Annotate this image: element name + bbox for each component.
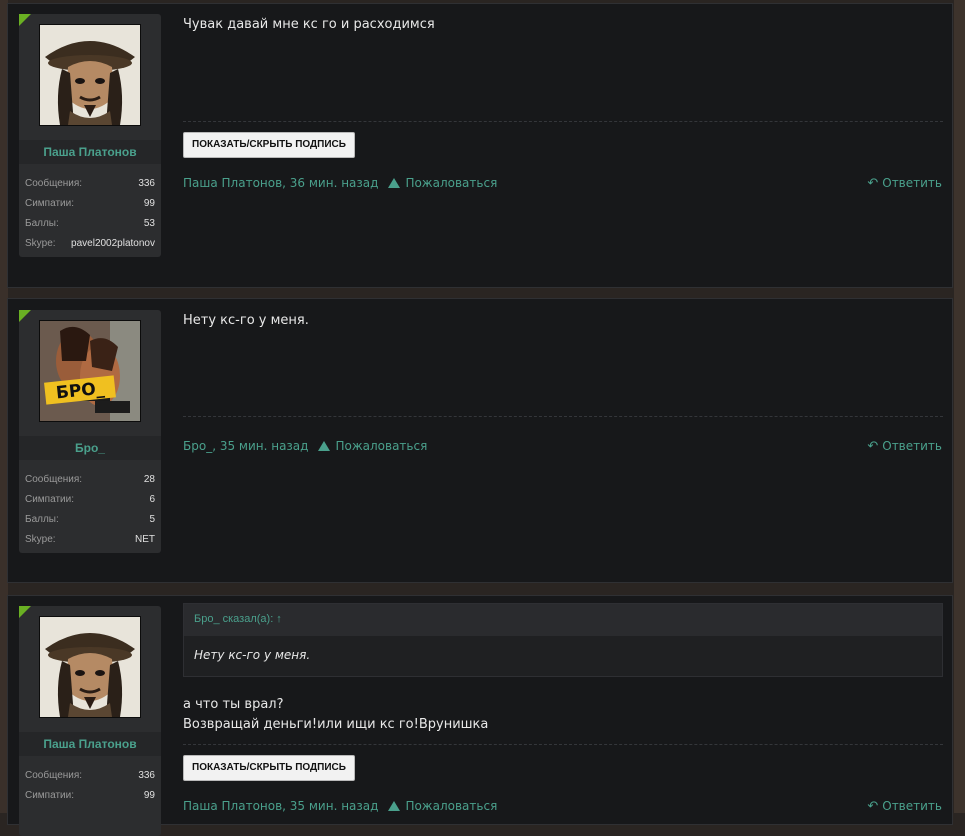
toggle-signature-button[interactable]: ПОКАЗАТЬ/СКРЫТЬ ПОДПИСЬ (183, 132, 355, 158)
reply-button[interactable]: ↶ Ответить (867, 439, 942, 454)
stat-row: Сообщения: 28 (25, 470, 155, 490)
divider (183, 121, 943, 122)
message-text: а что ты врал? Возвращай деньги!или ищи … (183, 695, 488, 735)
pirate-avatar-icon (40, 25, 140, 125)
stat-value: 5 (149, 514, 155, 525)
stat-value: 53 (143, 218, 155, 229)
stat-value: 6 (149, 494, 155, 505)
stat-label: Симпатии: (25, 198, 74, 209)
quote-text: Нету кс-го у меня. (194, 648, 311, 662)
user-stats: Сообщения: 28 Симпатии: 6 Баллы: 5 Skype: NE… (25, 470, 155, 550)
stat-label: Сообщения: (25, 770, 83, 781)
quote-header[interactable]: Бро_ сказал(а): ↑ (184, 604, 942, 636)
user-info: Паша Платонов Сообщения: 336 Симпатии: 99 … (19, 14, 161, 257)
stat-value: NET (135, 534, 155, 545)
stat-label: Симпатии: (25, 790, 74, 801)
report-link[interactable]: Пожаловаться (405, 176, 497, 190)
stat-row: Skype: pavel2002platonov (25, 234, 155, 254)
reply-arrow-icon: ↶ (867, 176, 879, 191)
warning-icon (388, 178, 401, 188)
reply-arrow-icon: ↶ (867, 439, 879, 454)
pirate-avatar-icon (40, 617, 140, 717)
stat-value[interactable]: 28 (144, 470, 155, 490)
stat-value: 99 (143, 790, 155, 801)
post-meta: Паша Платонов, 35 мин. назад Пожаловаться (183, 799, 497, 813)
stat-row: Симпатии: 99 (25, 786, 155, 806)
photo-avatar-icon: БРО_ (40, 321, 140, 421)
post: Паша Платонов Сообщения: 336 Симпатии: 99 … (7, 3, 953, 288)
username[interactable]: Бро_ (19, 436, 161, 460)
author-time-link[interactable]: Паша Платонов, 36 мин. назад (183, 176, 378, 190)
corner-marker (19, 606, 31, 618)
post: Паша Платонов Сообщения: 336 Симпатии: 99 … (7, 595, 953, 836)
stat-value[interactable]: 336 (138, 766, 155, 786)
stat-row: Симпатии: 99 (25, 194, 155, 214)
stat-value: pavel2002platonov (71, 238, 155, 249)
toggle-signature-button[interactable]: ПОКАЗАТЬ/СКРЫТЬ ПОДПИСЬ (183, 755, 355, 781)
reply-label: Ответить (882, 799, 942, 813)
stat-value: 99 (143, 198, 155, 209)
report-link[interactable]: Пожаловаться (405, 799, 497, 813)
stat-row: Баллы: 5 (25, 510, 155, 530)
stat-label: Баллы: (25, 514, 59, 525)
author-time-link[interactable]: Бро_, 35 мин. назад (183, 439, 308, 453)
avatar[interactable] (39, 616, 141, 718)
post-meta: Бро_, 35 мин. назад Пожаловаться (183, 439, 427, 453)
stat-row: Skype: NET (25, 530, 155, 550)
reply-label: Ответить (882, 176, 942, 190)
username[interactable]: Паша Платонов (19, 140, 161, 164)
corner-marker (19, 310, 31, 322)
warning-icon (388, 801, 401, 811)
reply-button[interactable]: ↶ Ответить (867, 176, 942, 191)
stat-label: Симпатии: (25, 494, 74, 505)
author-time-link[interactable]: Паша Платонов, 35 мин. назад (183, 799, 378, 813)
post-meta: Паша Платонов, 36 мин. назад Пожаловаться (183, 176, 497, 190)
stat-label: Skype: (25, 238, 56, 249)
background-right (954, 0, 965, 813)
message-text: Чувак давай мне кс го и расходимся (183, 17, 435, 32)
stat-row: Сообщения: 336 (25, 766, 155, 786)
avatar[interactable]: БРО_ (39, 320, 141, 422)
reply-button[interactable]: ↶ Ответить (867, 799, 942, 814)
stat-row: Баллы: 53 (25, 214, 155, 234)
username[interactable]: Паша Платонов (19, 732, 161, 756)
stat-label: Сообщения: (25, 474, 83, 485)
report-link[interactable]: Пожаловаться (335, 439, 427, 453)
warning-icon (318, 441, 331, 451)
message-line: Возвращай деньги!или ищи кс го!Врунишка (183, 717, 489, 732)
stat-label: Баллы: (25, 218, 59, 229)
stat-value[interactable]: 336 (138, 174, 155, 194)
user-stats: Сообщения: 336 Симпатии: 99 (25, 766, 155, 806)
post: БРО_ Бро_ Сообщения: 28 Симпатии: 6 Баллы:… (7, 298, 953, 583)
stat-label: Skype: (25, 534, 56, 545)
corner-marker (19, 14, 31, 26)
stat-label: Сообщения: (25, 178, 83, 189)
reply-label: Ответить (882, 439, 942, 453)
message-line: а что ты врал? (183, 697, 284, 712)
user-stats: Сообщения: 336 Симпатии: 99 Баллы: 53 Skype… (25, 174, 155, 254)
stat-row: Симпатии: 6 (25, 490, 155, 510)
divider (183, 744, 943, 745)
stat-row: Сообщения: 336 (25, 174, 155, 194)
user-info: Паша Платонов Сообщения: 336 Симпатии: 99 (19, 606, 161, 836)
divider (183, 416, 943, 417)
avatar[interactable] (39, 24, 141, 126)
user-info: БРО_ Бро_ Сообщения: 28 Симпатии: 6 Баллы:… (19, 310, 161, 553)
reply-arrow-icon: ↶ (867, 799, 879, 814)
message-text: Нету кс-го у меня. (183, 313, 309, 328)
quote-block: Бро_ сказал(а): ↑ Нету кс-го у меня. (183, 603, 943, 677)
